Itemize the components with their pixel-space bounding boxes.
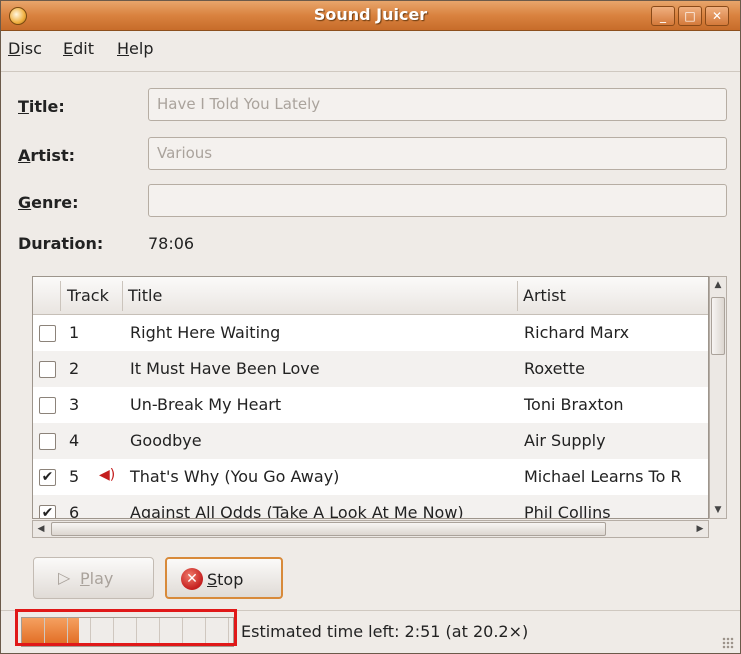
track-row[interactable]: 1 Right Here Waiting Richard Marx <box>33 315 708 351</box>
column-header-title[interactable]: Title <box>128 286 162 305</box>
track-number: 2 <box>69 359 80 378</box>
track-checkbox[interactable] <box>39 397 56 414</box>
vertical-scrollbar[interactable]: ▲ ▼ <box>709 276 727 519</box>
highlight-box <box>15 609 237 646</box>
title-bar[interactable]: Sound Juicer _ □ ✕ <box>1 1 740 31</box>
column-divider[interactable] <box>60 281 61 311</box>
album-title-field[interactable]: Have I Told You Lately <box>148 88 727 121</box>
scroll-right-arrow-icon[interactable]: ▶ <box>692 521 708 537</box>
track-artist[interactable]: Toni Braxton <box>524 395 624 414</box>
maximize-button[interactable]: □ <box>678 6 702 26</box>
menu-bar: Disc Edit Help <box>1 32 740 64</box>
minimize-button[interactable]: _ <box>651 6 675 26</box>
play-icon: ▷ <box>58 568 71 587</box>
title-label: Title: <box>18 97 65 116</box>
track-list[interactable]: Track Title Artist 1 Right Here Waiting … <box>32 276 709 519</box>
play-button[interactable]: ▷ Play <box>33 557 154 599</box>
genre-label: Genre: <box>18 193 79 212</box>
menu-edit-label: dit <box>73 39 94 58</box>
track-list-header: Track Title Artist <box>33 277 708 315</box>
track-title[interactable]: Right Here Waiting <box>130 323 280 342</box>
scroll-down-arrow-icon[interactable]: ▼ <box>710 502 726 518</box>
track-row[interactable]: 2 It Must Have Been Love Roxette <box>33 351 708 387</box>
menu-help-mnemonic: H <box>117 39 130 58</box>
scroll-up-arrow-icon[interactable]: ▲ <box>710 277 726 293</box>
horizontal-scrollbar[interactable]: ◀ ▶ <box>32 520 709 538</box>
menu-edit-mnemonic: E <box>63 39 74 58</box>
stop-icon: ✕ <box>181 568 203 590</box>
menu-help-label: elp <box>129 39 154 58</box>
speaker-icon: ◀) <box>99 467 116 483</box>
track-title[interactable]: It Must Have Been Love <box>130 359 320 378</box>
duration-label: Duration: <box>18 234 104 253</box>
column-divider[interactable] <box>517 281 518 311</box>
track-title[interactable]: Un-Break My Heart <box>130 395 281 414</box>
menu-disc-label: isc <box>20 39 42 58</box>
track-title[interactable]: Against All Odds (Take A Look At Me Now) <box>130 503 464 518</box>
window-title: Sound Juicer <box>313 5 428 24</box>
track-checkbox[interactable] <box>39 325 56 342</box>
sound-juicer-window: Sound Juicer _ □ ✕ Disc Edit Help Title:… <box>0 0 741 654</box>
menu-disc-mnemonic: D <box>8 39 21 58</box>
track-artist[interactable]: Richard Marx <box>524 323 629 342</box>
genre-field[interactable] <box>148 184 727 217</box>
track-checkbox[interactable]: ✔ <box>39 469 56 486</box>
track-title[interactable]: That's Why (You Go Away) <box>130 467 339 486</box>
track-row[interactable]: 3 Un-Break My Heart Toni Braxton <box>33 387 708 423</box>
track-checkbox[interactable] <box>39 361 56 378</box>
track-artist[interactable]: Roxette <box>524 359 585 378</box>
artist-label: Artist: <box>18 146 75 165</box>
track-artist[interactable]: Phil Collins <box>524 503 611 518</box>
menu-help[interactable]: Help <box>117 39 153 58</box>
menu-disc[interactable]: Disc <box>8 39 42 58</box>
track-artist[interactable]: Michael Learns To R <box>524 467 682 486</box>
menu-separator <box>1 71 740 72</box>
track-number: 4 <box>69 431 80 450</box>
album-artist-field[interactable]: Various <box>148 137 727 170</box>
status-text: Estimated time left: 2:51 (at 20.2×) <box>241 622 529 641</box>
track-number: 6 <box>69 503 80 519</box>
menu-edit[interactable]: Edit <box>63 39 94 58</box>
vertical-scroll-thumb[interactable] <box>711 297 725 355</box>
stop-button[interactable]: ✕ Stop <box>165 557 283 599</box>
resize-grip-icon[interactable] <box>722 637 734 649</box>
track-row[interactable]: ✔ 5 ◀) That's Why (You Go Away) Michael … <box>33 459 708 495</box>
close-button[interactable]: ✕ <box>705 6 729 26</box>
track-number: 5 <box>69 467 80 486</box>
track-number: 1 <box>69 323 80 342</box>
duration-value: 78:06 <box>148 234 195 253</box>
scroll-left-arrow-icon[interactable]: ◀ <box>33 521 49 537</box>
track-title[interactable]: Goodbye <box>130 431 202 450</box>
track-row[interactable]: ✔ 6 Against All Odds (Take A Look At Me … <box>33 495 708 519</box>
column-divider[interactable] <box>122 281 123 311</box>
track-checkbox[interactable] <box>39 433 56 450</box>
column-header-track[interactable]: Track <box>67 286 109 305</box>
track-row[interactable]: 4 Goodbye Air Supply <box>33 423 708 459</box>
track-number: 3 <box>69 395 80 414</box>
horizontal-scroll-thumb[interactable] <box>51 522 606 536</box>
track-artist[interactable]: Air Supply <box>524 431 606 450</box>
track-checkbox[interactable]: ✔ <box>39 505 56 518</box>
play-button-label: Play <box>80 569 114 588</box>
stop-button-label: Stop <box>207 570 244 589</box>
column-header-artist[interactable]: Artist <box>523 286 566 305</box>
